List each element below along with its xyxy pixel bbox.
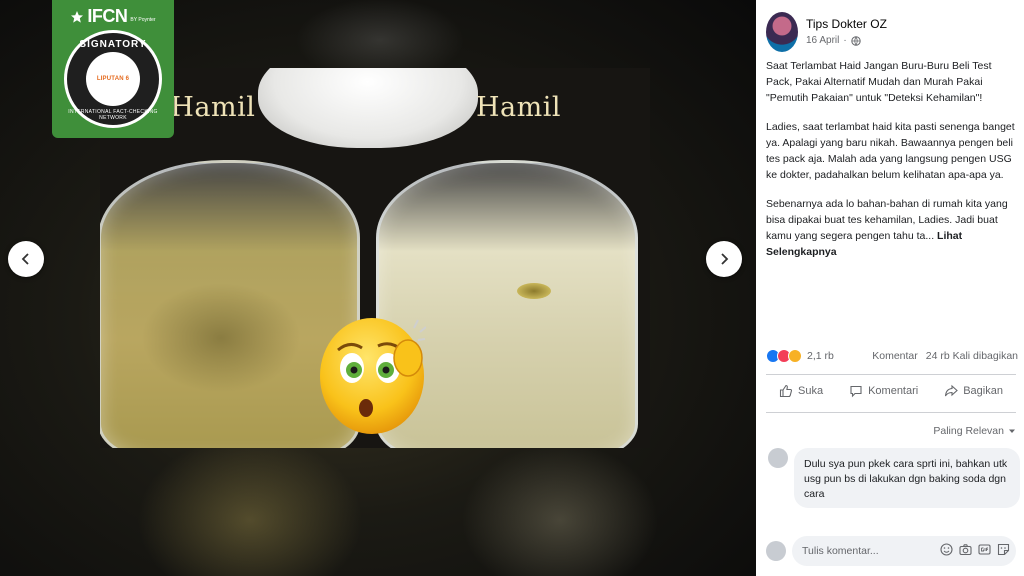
post-body: Saat Terlambat Haid Jangan Buru-Buru Bel… [766,58,1016,273]
previous-photo-button[interactable] [8,241,44,277]
next-photo-button[interactable] [706,241,742,277]
comment-bubble: Dulu sya pun pkek cara sprti ini, bahkan… [794,448,1020,508]
post-paragraph-last: Sebenarnya ada lo bahan-bahan di rumah k… [766,196,1016,260]
thumbs-up-icon [779,384,793,398]
sort-label: Paling Relevan [933,425,1004,437]
reaction-icons[interactable] [766,349,802,363]
camera-button[interactable] [959,543,972,556]
chevron-right-icon [721,253,729,265]
comment-label: Komentari [868,385,919,397]
composer-tools [940,543,1010,556]
confused-emoji-icon [320,318,426,434]
meta-separator: · [843,35,847,46]
like-label: Suka [798,385,824,397]
sticker-button[interactable] [997,543,1010,556]
reaction-count[interactable]: 2,1 rb [807,350,834,362]
camera-icon [959,544,972,556]
liquid-sediment-right [517,283,551,299]
composer-field-wrap [792,536,1016,566]
caret-down-icon [1009,429,1015,433]
gif-button[interactable] [978,543,991,556]
liquid-sediment-left [141,283,301,393]
post-paragraph: Ladies, saat terlambat haid kita pasti s… [766,121,1015,181]
author-avatar[interactable] [766,12,798,52]
comment-count[interactable]: Komentar [872,350,918,362]
like-button[interactable]: Suka [779,384,823,398]
share-count[interactable]: 24 rb Kali dibagikan [926,350,1018,362]
divider [766,412,1016,413]
post-header: Tips Dokter OZ 16 April · [766,12,887,52]
share-button[interactable]: Bagikan [944,384,1003,398]
badge-title: IFCN [87,6,128,26]
divider [766,374,1016,375]
comment-sort-dropdown[interactable]: Paling Relevan [933,425,1016,437]
reaction-bar: 2,1 rb Komentar 24 rb Kali dibagikan [766,349,1018,363]
wow-icon [788,349,802,363]
post-photo[interactable]: dak Hamil Hamil [100,68,650,448]
post-paragraph-text: Sebenarnya ada lo bahan-bahan di rumah k… [766,198,1008,242]
liputan6-logo: LIPUTAN 6 [86,52,140,106]
chevron-left-icon [21,253,29,265]
ifcn-signatory-badge: IFCN BY Poynter SIGNATORY LIPUTAN 6 INTE… [52,0,174,138]
comment-item: Dulu sya pun pkek cara sprti ini, bahkan… [768,448,1020,508]
post-stats: Komentar 24 rb Kali dibagikan [872,350,1018,362]
comment-composer [766,536,1016,566]
my-avatar [766,541,786,561]
globe-icon [851,35,861,46]
share-label: Bagikan [963,385,1003,397]
author-name[interactable]: Tips Dokter OZ [806,17,887,31]
photo-caption-right: Hamil [476,92,562,123]
bleach-bottle [258,68,478,148]
badge-signatory: SIGNATORY [79,39,147,50]
liputan6-logo-text: LIPUTAN 6 [96,76,130,82]
comment-icon [850,385,862,398]
post-side-panel: Tips Dokter OZ 16 April · Saat Terlambat… [756,0,1024,576]
photo-viewer: dak Hamil Hamil IFCN BY Poynter SIGNATOR… [0,0,756,576]
commenter-avatar[interactable] [768,448,788,468]
badge-network: INTERNATIONAL FACT-CHECKING NETWORK [68,109,158,121]
post-paragraph: Saat Terlambat Haid Jangan Buru-Buru Bel… [766,60,992,104]
badge-subtitle: BY Poynter [130,16,156,23]
emoji-button[interactable] [940,543,953,556]
gif-icon [978,544,991,555]
comment-text: Dulu sya pun pkek cara sprti ini, bahkan… [804,458,1008,500]
post-actions: Suka Komentari Bagikan [766,384,1016,398]
post-date[interactable]: 16 April [806,35,839,46]
share-icon [945,384,959,397]
star-icon [71,10,84,23]
sticker-icon [997,543,1010,556]
post-meta: 16 April · [806,35,887,46]
comment-button[interactable]: Komentari [849,384,918,398]
badge-ring: SIGNATORY LIPUTAN 6 INTERNATIONAL FACT-C… [64,30,162,128]
smiley-icon [940,543,953,556]
